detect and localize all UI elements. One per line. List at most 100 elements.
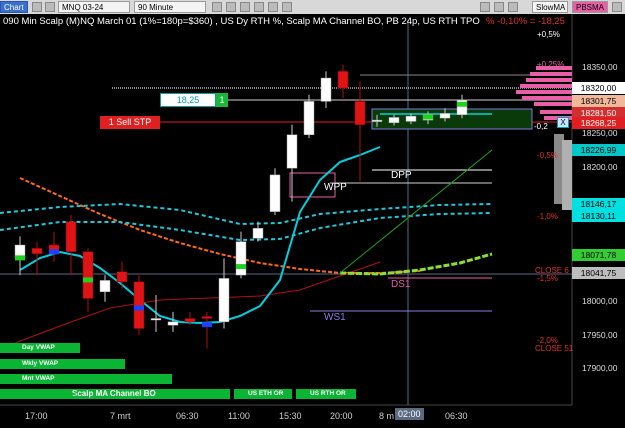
signal-marker [423,114,433,120]
candle-body[interactable] [201,316,213,319]
candle-body[interactable] [439,113,451,119]
percent-label: -1,5% [537,274,558,283]
candle-body[interactable] [184,318,196,323]
candle-body[interactable] [303,101,315,136]
search-icon[interactable] [45,2,55,12]
time-label: 17:00 [25,411,48,421]
order-price-box[interactable]: 18,25 [160,93,216,107]
time-label: 8 m [379,411,395,421]
signal-ma-line [339,252,493,276]
signal-marker [202,322,212,328]
close-order-button[interactable]: X [557,117,569,128]
time-label: 15:30 [279,411,302,421]
properties-icon[interactable] [254,2,264,12]
time-label: 7 mrt [110,411,131,421]
crosshair-icon[interactable] [240,2,250,12]
candle-body[interactable] [82,251,94,299]
price-label-channel-lower: 18130,11 [572,210,625,222]
price-tick: 18250,00 [582,128,618,138]
day-vwap-bar[interactable]: Day VWAP [0,343,80,353]
price-label-vwap: 18226,99 [572,144,625,156]
signal-marker [83,277,93,283]
candle-body[interactable] [252,228,264,239]
signal-marker [236,264,246,270]
price-label-crosshair: 18041,75 [572,267,625,279]
us-eth-or-bar[interactable]: US ETH OR [234,389,292,399]
tpo-profile [516,66,572,210]
trend-line [339,149,493,274]
time-label: 06:30 [176,411,199,421]
ma-channel-upper [0,202,493,226]
weekly-vwap-bar[interactable]: Wkly VWAP [0,359,125,369]
candle-body[interactable] [371,119,383,122]
slow-ma-line [19,177,421,274]
candle-body[interactable] [337,71,349,89]
candle-body[interactable] [31,248,43,254]
price-tick: 18200,00 [582,162,618,172]
strategy-icon[interactable] [494,2,504,12]
candle-body[interactable] [235,241,247,276]
chart-tab[interactable]: Chart [0,1,28,13]
signal-marker [134,305,144,311]
candle-body[interactable] [320,77,332,102]
time-label: 20:00 [330,411,353,421]
signal-marker [15,255,25,261]
time-label: 11:00 [228,411,250,421]
price-tick: 18350,00 [582,62,618,72]
percent-header: % -0,10% = -18,25 [486,16,565,27]
new-window-icon[interactable] [32,2,42,12]
sell-stop-order-label[interactable]: 1 Sell STP [100,116,160,129]
slowma-toggle[interactable]: SlowMA [532,1,568,13]
signal-marker [457,101,467,107]
crosshair-time-label: 02:00 [395,408,424,420]
pbsma-toggle[interactable]: PBSMA [572,1,608,13]
copyright-text: © 2024 NinjaTrader [3,389,77,399]
drawing-tools-icon[interactable] [212,2,222,12]
close-tag-label: CLOSE 6 [535,266,569,275]
candle-body[interactable] [116,271,128,283]
data-box-icon[interactable] [508,2,518,12]
price-tick: 18000,00 [582,296,618,306]
price-label-sell-stop: 18268,25 [572,117,625,129]
wpp-label: WPP [324,182,347,193]
percent-label: +0,25% [537,60,565,69]
percent-label: -0,5% [537,151,558,160]
menu-icon[interactable] [612,2,622,12]
price-label-last: 18301,75 [572,95,625,107]
monthly-vwap-bar[interactable]: Mnt VWAP [0,374,172,384]
candle-body[interactable] [354,101,366,126]
order-entry-icon[interactable] [282,2,292,12]
price-label-signal-ma: 18071,78 [572,249,625,261]
interval-selector[interactable]: 90 Minute [134,1,206,13]
ds1-label: DS1 [391,279,411,290]
chart-title: 090 Min Scalp (M)NQ March 01 (1%=180p=$3… [3,16,480,27]
us-rth-or-bar[interactable]: US RTH OR [296,389,356,399]
instrument-selector[interactable]: MNQ 03-24 [58,1,130,13]
candle-body[interactable] [167,321,179,326]
order-quantity-box[interactable]: 1 [216,93,228,107]
percent-label: -1,0% [537,212,558,221]
candle-body[interactable] [405,115,417,122]
percent-label: +0,5% [537,30,560,39]
price-label-channel-upper: 18146,17 [572,198,625,210]
tpo-value-label: -0,2 [534,122,548,131]
candle-body[interactable] [99,280,111,293]
candle-body[interactable] [286,134,298,169]
price-tick: 17950,00 [582,330,618,340]
candle-body[interactable] [65,221,77,252]
candle-body[interactable] [133,281,145,329]
ws1-label: WS1 [324,312,346,323]
close-tag-label: CLOSE 51 [535,344,574,353]
candle-body[interactable] [269,174,281,212]
zoom-icon[interactable] [226,2,236,12]
chart-toolbar: Chart MNQ 03-24 90 Minute SlowMA PBSMA [0,0,625,14]
indicator-icon[interactable] [480,2,490,12]
candle-body[interactable] [388,117,400,124]
price-tick: 17900,00 [582,363,618,373]
time-label: 06:30 [445,411,468,421]
dpp-label: DPP [391,170,412,181]
candle-body[interactable] [218,278,230,323]
candle-body[interactable] [150,318,162,321]
signal-marker [49,249,59,255]
template-icon[interactable] [268,2,278,12]
